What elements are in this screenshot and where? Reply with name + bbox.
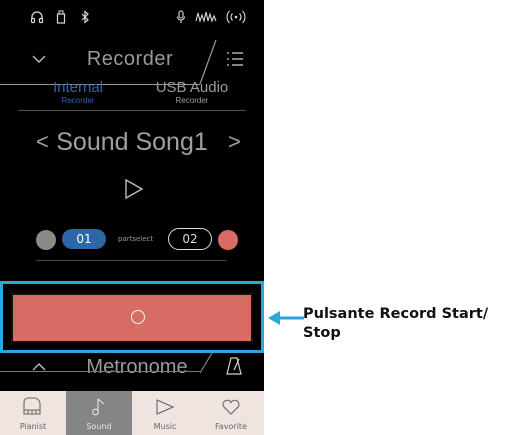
part-select: 01 partselect 02 [0, 228, 264, 252]
callout-line-2: Stop [303, 325, 341, 341]
music-note-icon [92, 398, 105, 416]
tab-label: Internal [52, 79, 104, 96]
usb-drive-icon [56, 10, 66, 29]
play-icon[interactable] [124, 178, 144, 200]
play-icon [156, 399, 175, 415]
menu-icon[interactable] [225, 50, 245, 68]
tab-label: Pianist [19, 422, 47, 431]
recorder-header: Recorder [0, 40, 264, 85]
chevron-down-icon[interactable] [30, 50, 48, 68]
tab-label: Sound [86, 422, 112, 431]
status-bar [0, 0, 264, 40]
record-start-stop-button[interactable] [11, 293, 253, 343]
tabs-divider [18, 110, 246, 111]
tab-label: Music [153, 422, 177, 431]
microphone-icon [176, 10, 186, 29]
wireless-icon [226, 10, 246, 29]
recorder-tabs: Internal Recorder USB Audio Recorder [0, 80, 264, 112]
tab-favorite[interactable]: Favorite [198, 391, 264, 435]
metronome-bar: Metronome [0, 353, 264, 381]
piano-icon [23, 397, 41, 415]
tab-sound[interactable]: Sound [66, 391, 132, 435]
partselect-label: partselect [118, 235, 154, 243]
tab-music[interactable]: Music [132, 391, 198, 435]
heart-icon [222, 399, 240, 415]
part1-button[interactable]: 01 [62, 229, 106, 249]
tab-usb-audio-recorder[interactable]: USB Audio Recorder [132, 80, 252, 106]
parts-divider [36, 260, 226, 261]
bottom-tab-bar: Pianist Sound Music Favorite [0, 391, 264, 435]
tab-internal-recorder[interactable]: Internal Recorder [18, 80, 138, 106]
metronome-underline [0, 371, 200, 372]
next-song-button[interactable]: > [228, 124, 241, 160]
part2-record-dot [218, 230, 238, 250]
song-selector: < Sound Song1 > [0, 124, 264, 160]
callout-line-1: Pulsante Record Start/ [303, 306, 489, 322]
tab-sublabel: Recorder [61, 96, 95, 105]
part2-button[interactable]: 02 [168, 228, 212, 250]
metronome-icon[interactable] [226, 357, 242, 375]
tab-pianist[interactable]: Pianist [0, 391, 66, 435]
song-name: Sound Song1 [56, 128, 208, 156]
metronome-label[interactable]: Metronome [62, 355, 212, 379]
callout-arrow-icon [268, 311, 304, 325]
resonance-icon [195, 10, 217, 29]
callout-label: Pulsante Record Start/ Stop [303, 305, 528, 343]
app-screen: Recorder Internal Recorder USB Audio Rec… [0, 0, 264, 435]
previous-song-button[interactable]: < [36, 124, 49, 160]
tab-label: USB Audio [155, 79, 229, 96]
tab-sublabel: Recorder [175, 96, 209, 105]
tab-label: Favorite [215, 422, 247, 431]
headphones-icon [30, 10, 44, 29]
metronome-divider [199, 353, 213, 374]
part1-status-dot [36, 230, 56, 250]
record-circle-icon [131, 310, 145, 324]
bluetooth-icon [80, 10, 90, 29]
page-title: Recorder [86, 48, 174, 70]
